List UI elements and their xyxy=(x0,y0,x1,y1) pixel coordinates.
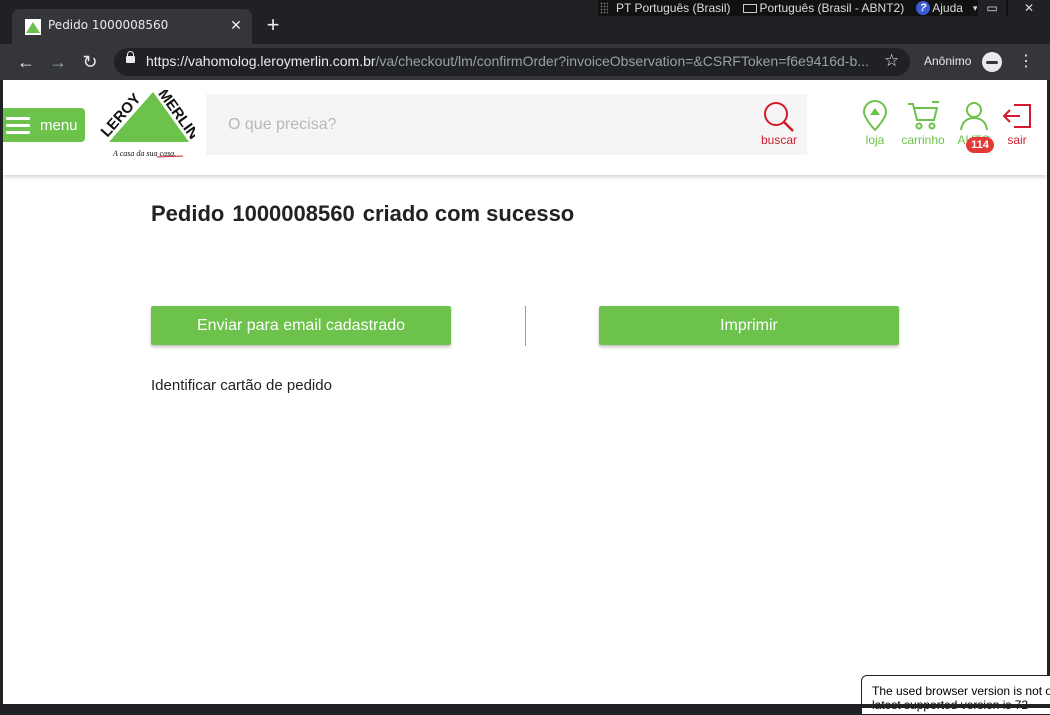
title-prefix: Pedido xyxy=(151,201,225,226)
logout-button[interactable]: sair xyxy=(989,100,1045,152)
divider xyxy=(525,306,526,346)
reload-icon[interactable]: ↻ xyxy=(78,50,102,74)
incognito-icon[interactable] xyxy=(982,52,1002,72)
window-bottom-border xyxy=(0,704,1050,708)
incognito-label[interactable]: Anônimo xyxy=(924,54,971,68)
tab-title: Pedido 1000008560 xyxy=(48,18,169,32)
search-label: buscar xyxy=(760,133,798,147)
maximize-icon[interactable]: ▭ xyxy=(978,0,1006,16)
menu-button[interactable]: menu xyxy=(3,108,85,142)
menu-label: menu xyxy=(40,116,78,134)
site-header: menu LEROY MERLIN A casa da sua casa. bu… xyxy=(3,80,1047,175)
cart-label: carrinho xyxy=(901,133,945,147)
forward-arrow-icon[interactable]: → xyxy=(46,50,70,74)
new-tab-button[interactable]: + xyxy=(262,14,284,36)
search-icon xyxy=(764,102,794,132)
browser-tab[interactable]: Pedido 1000008560 ✕ xyxy=(12,9,252,44)
print-button[interactable]: Imprimir xyxy=(599,306,899,345)
hamburger-icon xyxy=(6,116,30,134)
bookmark-star-icon[interactable]: ☆ xyxy=(884,51,899,71)
cart-button[interactable]: carrinho xyxy=(895,100,951,152)
search-box: buscar xyxy=(206,94,807,155)
url-path: /va/checkout/lm/confirmOrder?invoiceObse… xyxy=(375,53,869,69)
identify-order-card-link[interactable]: Identificar cartão de pedido xyxy=(151,377,332,394)
url-text[interactable]: https://vahomolog.leroymerlin.com.br/va/… xyxy=(146,53,876,69)
title-suffix: criado com sucesso xyxy=(362,201,575,226)
cart-icon xyxy=(908,101,939,130)
address-bar: ← → ↻ https://vahomolog.leroymerlin.com.… xyxy=(0,44,1050,80)
notice-line-1: The used browser version is not of xyxy=(872,684,1050,698)
page-viewport: menu LEROY MERLIN A casa da sua casa. bu… xyxy=(3,80,1047,704)
keyboard-layout-label: Português (Brasil - ABNT2) xyxy=(759,1,905,15)
help-icon: ? xyxy=(916,1,931,15)
search-input[interactable] xyxy=(206,94,746,155)
logout-icon xyxy=(1002,104,1031,128)
keyboard-layout[interactable]: Português (Brasil - ABNT2) xyxy=(742,1,905,15)
browser-version-notice: The used browser version is not of lates… xyxy=(861,675,1050,715)
kebab-menu-icon[interactable]: ⋮ xyxy=(1018,52,1034,72)
close-window-icon[interactable]: ✕ xyxy=(1008,0,1050,16)
url-host: https://vahomolog.leroymerlin.com.br xyxy=(146,53,376,69)
url-omnibox[interactable]: https://vahomolog.leroymerlin.com.br/va/… xyxy=(114,48,910,76)
store-location-icon xyxy=(862,100,888,132)
keyboard-icon xyxy=(742,3,757,13)
input-language[interactable]: PT Português (Brasil) xyxy=(616,1,731,15)
close-tab-icon[interactable]: ✕ xyxy=(228,17,244,33)
search-button[interactable]: buscar xyxy=(754,100,804,150)
leroy-merlin-logo[interactable]: LEROY MERLIN A casa da sua casa. xyxy=(98,86,202,160)
page-title: Pedido 1000008560 criado com sucesso xyxy=(151,201,574,227)
back-arrow-icon[interactable]: ← xyxy=(14,50,38,74)
leroy-merlin-favicon-icon xyxy=(25,19,41,35)
logout-label: sair xyxy=(1007,133,1027,147)
chevron-down-icon[interactable]: ▾ xyxy=(973,3,978,14)
help-label: Ajuda xyxy=(932,1,963,15)
order-number: 1000008560 xyxy=(232,201,355,226)
lock-icon[interactable] xyxy=(126,51,135,63)
order-confirmation: Pedido 1000008560 criado com sucesso Envia… xyxy=(3,175,1047,704)
send-email-button[interactable]: Enviar para email cadastrado xyxy=(151,306,451,345)
help-button[interactable]: ? Ajuda ▾ xyxy=(916,1,977,15)
user-icon xyxy=(960,102,988,131)
grip-icon[interactable] xyxy=(600,2,608,14)
